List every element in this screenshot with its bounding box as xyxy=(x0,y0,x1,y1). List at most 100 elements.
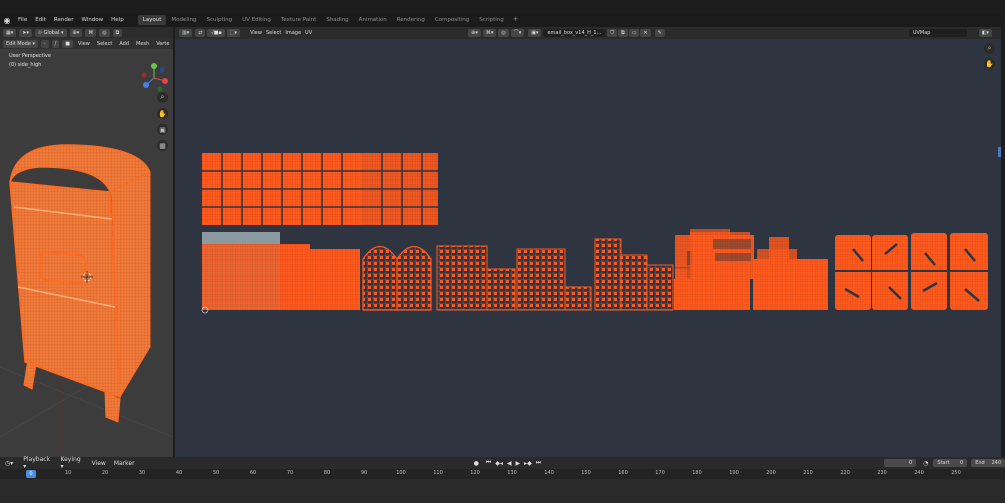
uv-menu-image[interactable]: Image xyxy=(283,30,303,36)
uv-snap-icon[interactable]: ⌘▾ xyxy=(482,29,497,37)
end-frame-field[interactable]: End 240 xyxy=(971,459,1005,467)
timeline-tick-label: 250 xyxy=(951,470,961,476)
menu-vertex[interactable]: Verte xyxy=(154,41,171,47)
timeline-tick-label: 220 xyxy=(840,470,850,476)
uv-island-group-left[interactable] xyxy=(201,232,432,314)
timeline-tick-label: 120 xyxy=(470,470,480,476)
tab-rendering[interactable]: Rendering xyxy=(392,15,430,25)
workspace-tabs: Layout Modeling Sculpting UV Editing Tex… xyxy=(137,15,523,25)
uv-proportional-icon[interactable]: ◎ xyxy=(498,29,509,37)
jump-end-icon[interactable]: ⏭ xyxy=(535,459,542,467)
tab-scripting[interactable]: Scripting xyxy=(474,15,508,25)
timeline-tick-label: 10 xyxy=(64,470,72,476)
pivot-icon[interactable]: ⊕▾ xyxy=(69,28,83,37)
uv-editor-type-icon[interactable]: ▥▾ xyxy=(179,29,193,37)
clock-icon[interactable]: ◔ xyxy=(922,460,929,467)
image-open-folder-icon[interactable]: ▭ xyxy=(628,29,640,37)
select-tool-icon[interactable]: ➤▾ xyxy=(19,28,32,37)
image-fake-user-icon[interactable]: ⛉ xyxy=(607,29,618,37)
tab-modeling[interactable]: Modeling xyxy=(166,15,201,25)
start-frame-field[interactable]: Start 0 xyxy=(933,459,968,467)
snap-icon[interactable]: ⌘ xyxy=(85,28,97,37)
mode-dropdown[interactable]: Edit Mode ▾ xyxy=(3,39,39,48)
tab-layout[interactable]: Layout xyxy=(137,15,167,25)
uv-select-mode-icons[interactable]: ·/■▪ xyxy=(207,29,225,37)
uv-falloff-icon[interactable]: ⌒▾ xyxy=(510,29,525,37)
record-icon[interactable]: ● xyxy=(473,460,480,467)
mailbox-mesh[interactable] xyxy=(0,137,173,457)
menu-edit[interactable]: Edit xyxy=(31,17,50,23)
tab-texture-paint[interactable]: Texture Paint xyxy=(276,15,322,25)
uv-sticky-select-icon[interactable]: ⬚▾ xyxy=(226,29,241,37)
timeline-ruler[interactable]: 10 20 30 40 50 60 70 80 90 100 110 120 130 140 150 160 1… xyxy=(0,469,1005,479)
uvmap-field[interactable]: UVMap xyxy=(908,29,967,37)
uv-editor[interactable]: ▥▾ ⇄ ·/■▪ ⬚▾ View Select Image UV ⊕▾ ⌘▾ … xyxy=(175,27,1001,457)
timeline-menu-view[interactable]: View xyxy=(91,460,107,467)
vertex-select-icon[interactable]: · xyxy=(41,39,49,48)
uv-island-group-small-tiles[interactable] xyxy=(202,153,438,225)
menu-view[interactable]: View xyxy=(76,41,92,47)
3d-viewport[interactable]: ▦▾ ➤▾ ⟐ Global ▾ ⊕▾ ⌘ ◎ ⧉ Edit Mode ▾ · … xyxy=(0,27,173,457)
uv-menu-select[interactable]: Select xyxy=(264,30,283,36)
timeline[interactable]: ◷▾ Playback ▾ Keying ▾ View Marker ● ⏮ ◆… xyxy=(0,456,1005,503)
play-icon[interactable]: ▶ xyxy=(515,460,522,467)
timeline-menu-marker[interactable]: Marker xyxy=(113,460,136,467)
menu-add[interactable]: Add xyxy=(117,41,131,47)
navigation-gizmo[interactable] xyxy=(137,61,171,95)
proportional-icon[interactable]: ◎ xyxy=(99,28,110,37)
image-browse-icon[interactable]: ▣▾ xyxy=(528,29,542,37)
timeline-tick-label: 190 xyxy=(729,470,739,476)
timeline-menu-playback[interactable]: Playback ▾ xyxy=(22,456,53,470)
uv-island-group-right[interactable] xyxy=(674,229,828,310)
timeline-tick-label: 20 xyxy=(101,470,109,476)
uv-display-icon[interactable]: ◧▾ xyxy=(978,29,993,37)
image-name-field[interactable]: email_box_v14_H_1... xyxy=(543,29,606,37)
add-workspace-icon[interactable]: + xyxy=(509,15,523,25)
menu-help[interactable]: Help xyxy=(107,17,128,23)
object-label: (0) side_high xyxy=(9,62,42,68)
top-menu-bar: ◉ File Edit Render Window Help Layout Mo… xyxy=(0,13,1005,27)
next-keyframe-icon[interactable]: ▸◆ xyxy=(523,460,533,467)
tab-sculpting[interactable]: Sculpting xyxy=(201,15,237,25)
face-select-icon[interactable]: ■ xyxy=(62,39,74,48)
current-frame-field[interactable]: 0 xyxy=(884,459,917,467)
timeline-editor-type-icon[interactable]: ◷▾ xyxy=(4,460,14,467)
tab-shading[interactable]: Shading xyxy=(321,15,353,25)
zoom-icon[interactable]: ⌕ xyxy=(157,92,168,103)
uv-pivot-icon[interactable]: ⊕▾ xyxy=(468,29,481,37)
timeline-menu-keying[interactable]: Keying ▾ xyxy=(59,456,84,470)
camera-icon[interactable]: ▣ xyxy=(157,124,168,135)
menu-window[interactable]: Window xyxy=(77,17,107,23)
pan-hand-icon[interactable]: ✋ xyxy=(157,108,168,119)
uv-canvas[interactable] xyxy=(175,39,1001,457)
menu-render[interactable]: Render xyxy=(50,17,78,23)
playback-label: Playback xyxy=(23,456,51,463)
uv-menu-view[interactable]: View xyxy=(248,30,264,36)
menu-select[interactable]: Select xyxy=(95,41,114,47)
xray-icon[interactable]: ⧉ xyxy=(112,28,123,37)
uv-sync-select-icon[interactable]: ⇄ xyxy=(195,29,206,37)
tab-compositing[interactable]: Compositing xyxy=(430,15,474,25)
transform-orientation-dropdown[interactable]: ⟐ Global ▾ xyxy=(34,28,67,37)
menu-file[interactable]: File xyxy=(14,17,31,23)
uv-island-group-far-right[interactable] xyxy=(835,233,988,310)
uv-menu-uv[interactable]: UV xyxy=(303,30,314,36)
image-duplicate-icon[interactable]: ⧉ xyxy=(618,29,628,37)
play-reverse-icon[interactable]: ◀ xyxy=(506,460,513,467)
tab-animation[interactable]: Animation xyxy=(354,15,392,25)
menu-mesh[interactable]: Mesh xyxy=(134,41,151,47)
timeline-track-area[interactable] xyxy=(0,479,1005,503)
prev-keyframe-icon[interactable]: ◆◂ xyxy=(494,460,504,467)
timeline-tick-label: 90 xyxy=(360,470,368,476)
edge-select-icon[interactable]: / xyxy=(51,39,60,48)
jump-start-icon[interactable]: ⏮ xyxy=(485,459,492,467)
blender-logo-icon[interactable]: ◉ xyxy=(0,16,14,25)
timeline-tick-label: 100 xyxy=(396,470,406,476)
uv-island-group-middle[interactable] xyxy=(436,238,674,311)
image-unlink-icon[interactable]: ✕ xyxy=(640,29,651,37)
image-pin-icon[interactable]: ✎ xyxy=(654,29,665,37)
timeline-tick-label: 150 xyxy=(581,470,591,476)
playhead[interactable]: 0 xyxy=(26,470,36,478)
editor-type-icon[interactable]: ▦▾ xyxy=(3,28,17,37)
tab-uv-editing[interactable]: UV Editing xyxy=(237,15,276,25)
